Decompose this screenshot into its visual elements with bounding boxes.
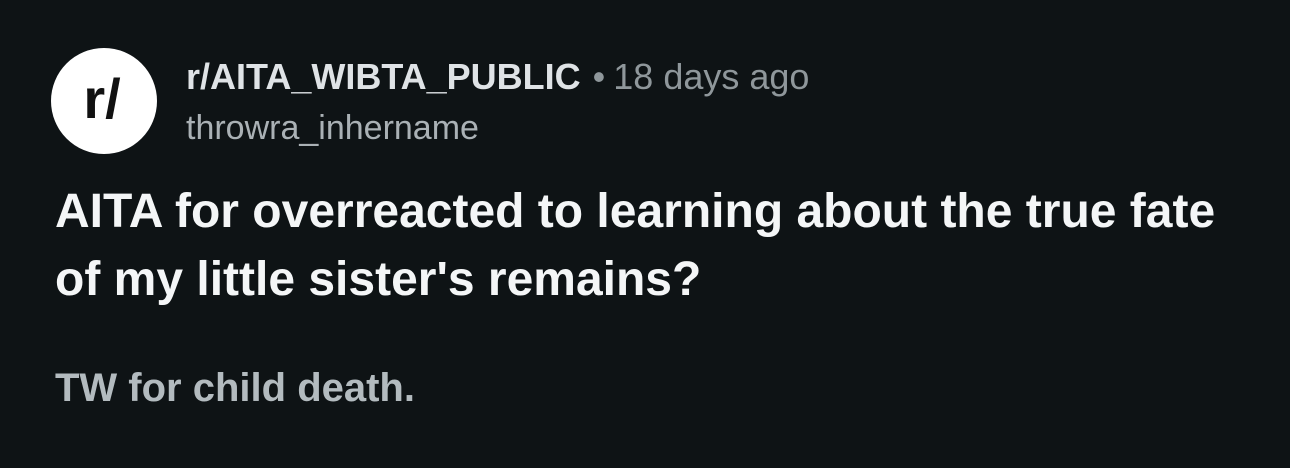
post-body: TW for child death. — [55, 366, 415, 410]
post-meta: r/AITA_WIBTA_PUBLIC • 18 days ago throwra_… — [186, 56, 809, 156]
subreddit-link[interactable]: r/AITA_WIBTA_PUBLIC — [186, 56, 581, 97]
post-age: 18 days ago — [613, 56, 810, 97]
subreddit-avatar[interactable]: r/ — [51, 48, 157, 154]
author-link[interactable]: throwra_inhername — [186, 108, 809, 148]
post-title[interactable]: AITA for overreacted to learning about t… — [55, 178, 1265, 314]
meta-separator: • — [592, 56, 606, 97]
r-slash-icon: r/ — [83, 67, 121, 130]
avatar-label: r/ — [83, 67, 121, 130]
post-meta-header: r/AITA_WIBTA_PUBLIC • 18 days ago — [186, 56, 809, 98]
post-card[interactable]: r/ r/AITA_WIBTA_PUBLIC • 18 days ago throw… — [0, 0, 1290, 468]
